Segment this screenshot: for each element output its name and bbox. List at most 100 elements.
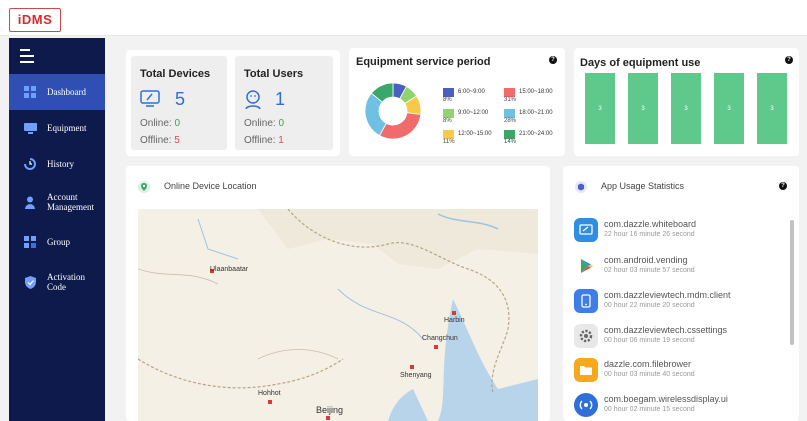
sidebar-item-account-management[interactable]: Account Management bbox=[9, 182, 105, 222]
sidebar-item-equipment[interactable]: Equipment bbox=[9, 110, 105, 146]
sidebar-item-label: Equipment bbox=[47, 123, 87, 133]
app-usage-row[interactable]: com.boegam.wirelessdisplay.ui 00 hour 02… bbox=[574, 391, 798, 419]
legend-pct: 11% bbox=[443, 139, 455, 145]
total-users-box[interactable]: Total Users 1 Online: 0 Offline: 1 bbox=[235, 56, 333, 150]
sidebar-item-history[interactable]: History bbox=[9, 146, 105, 182]
service-period-card: Equipment service period ? 8% 6:00~9:00 … bbox=[349, 48, 565, 156]
legend-swatch: 28% bbox=[504, 109, 516, 124]
sidebar-item-label: Account Management bbox=[47, 192, 94, 212]
app-name: dazzle.com.filebrower bbox=[604, 359, 692, 369]
legend-swatch: 31% bbox=[504, 88, 516, 103]
online-label: Online: bbox=[140, 118, 172, 129]
app-usage-title: App Usage Statistics bbox=[601, 181, 685, 191]
day-bar[interactable]: 3 bbox=[714, 73, 744, 144]
settings-gear-icon bbox=[574, 324, 598, 348]
day-bar-value: 3 bbox=[684, 105, 688, 112]
app-time: 00 hour 03 minute 40 second bbox=[604, 371, 695, 378]
app-usage-row[interactable]: dazzle.com.filebrower 00 hour 03 minute … bbox=[574, 356, 798, 384]
online-label: Online: bbox=[244, 118, 276, 129]
day-bar[interactable]: 3 bbox=[585, 73, 615, 144]
total-devices-box[interactable]: Total Devices 5 Online: 0 Offline: 5 bbox=[131, 56, 227, 150]
mdm-client-icon bbox=[574, 289, 598, 313]
help-icon[interactable]: ? bbox=[549, 56, 557, 64]
city-marker[interactable] bbox=[452, 311, 456, 315]
whiteboard-icon bbox=[574, 218, 598, 242]
legend-text: 9:00~12:00 bbox=[458, 110, 489, 116]
total-users-count: 1 bbox=[275, 89, 286, 109]
app-usage-row[interactable]: com.dazzleviewtech.cssettings 00 hour 06… bbox=[574, 322, 798, 350]
help-icon[interactable]: ? bbox=[785, 56, 793, 64]
app-name: com.dazzleviewtech.cssettings bbox=[604, 325, 728, 335]
city-label: Harbin bbox=[444, 317, 465, 324]
sidebar: Dashboard Equipment History Account Mana… bbox=[9, 38, 105, 421]
device-location-title: Online Device Location bbox=[164, 181, 257, 191]
day-bar[interactable]: 3 bbox=[628, 73, 658, 144]
legend-item: 28% 18:00~21:00 bbox=[504, 109, 553, 124]
device-map[interactable]: Ulaanbaatar Harbin Changchun Shenyang Ho… bbox=[138, 209, 538, 421]
shield-icon bbox=[23, 275, 37, 289]
app-usage-scrollbar[interactable] bbox=[789, 210, 795, 421]
offline-label: Offline: bbox=[244, 135, 276, 146]
app-time: 00 hour 02 minute 15 second bbox=[604, 406, 695, 413]
legend-pct: 8% bbox=[443, 97, 452, 103]
legend-swatch: 8% bbox=[443, 109, 454, 124]
donut-slice[interactable] bbox=[378, 112, 422, 140]
total-users-title: Total Users bbox=[244, 68, 304, 80]
app-name: com.dazzle.whiteboard bbox=[604, 219, 697, 229]
legend-text: 6:00~9:00 bbox=[458, 89, 485, 95]
service-period-title: Equipment service period bbox=[356, 56, 491, 68]
app-usage-icon bbox=[575, 180, 587, 194]
legend-item: 31% 15:00~18:00 bbox=[504, 88, 553, 103]
app-usage-row[interactable]: com.android.vending 02 hour 03 minute 57… bbox=[574, 252, 798, 280]
city-label: Hohhot bbox=[258, 390, 281, 397]
play-store-icon bbox=[574, 254, 598, 278]
city-marker[interactable] bbox=[410, 365, 414, 369]
sidebar-item-group[interactable]: Group bbox=[9, 224, 105, 260]
day-bar[interactable]: 3 bbox=[757, 73, 787, 144]
day-bar-value: 3 bbox=[727, 105, 731, 112]
app-usage-row[interactable]: com.dazzleviewtech.mdm.client 00 hour 22… bbox=[574, 287, 798, 315]
sidebar-item-label: Activation Code bbox=[47, 272, 85, 292]
service-period-donut[interactable] bbox=[363, 81, 423, 141]
city-label: Shenyang bbox=[400, 372, 432, 379]
city-label: Ulaanbaatar bbox=[210, 266, 249, 273]
scrollbar-thumb[interactable] bbox=[790, 220, 794, 345]
app-usage-row[interactable]: com.dazzle.whiteboard 22 hour 16 minute … bbox=[574, 216, 798, 244]
city-marker[interactable] bbox=[326, 416, 330, 420]
total-devices-count: 5 bbox=[175, 89, 186, 109]
sidebar-item-label: Group bbox=[47, 237, 70, 247]
legend-pct: 14% bbox=[504, 139, 517, 145]
city-label: Changchun bbox=[422, 335, 458, 342]
legend-item: 8% 9:00~12:00 bbox=[443, 109, 489, 124]
users-online-value: 0 bbox=[278, 118, 285, 129]
legend-swatch: 14% bbox=[504, 130, 516, 145]
devices-online-line: Online: 0 bbox=[140, 118, 180, 129]
app-name: com.android.vending bbox=[604, 255, 688, 265]
sidebar-item-activation-code[interactable]: Activation Code bbox=[9, 262, 105, 302]
folder-icon bbox=[574, 358, 598, 382]
sidebar-item-label: Dashboard bbox=[47, 87, 86, 97]
location-pin-icon bbox=[138, 180, 150, 194]
sidebar-item-dashboard[interactable]: Dashboard bbox=[9, 74, 105, 110]
users-offline-line: Offline: 1 bbox=[244, 135, 284, 146]
devices-online-value: 0 bbox=[174, 118, 181, 129]
monitor-icon bbox=[23, 121, 37, 135]
idms-logo[interactable]: iDMS bbox=[9, 8, 61, 32]
user-icon bbox=[23, 195, 37, 209]
legend-pct: 8% bbox=[443, 118, 452, 124]
city-marker[interactable] bbox=[268, 400, 272, 404]
sidebar-item-label: History bbox=[47, 159, 74, 169]
total-devices-title: Total Devices bbox=[140, 68, 211, 80]
legend-pct: 31% bbox=[504, 97, 517, 103]
app-time: 00 hour 06 minute 19 second bbox=[604, 337, 695, 344]
app-time: 02 hour 03 minute 57 second bbox=[604, 267, 695, 274]
menu-toggle-icon[interactable] bbox=[20, 49, 36, 63]
app-time: 00 hour 22 minute 20 second bbox=[604, 302, 695, 309]
help-icon[interactable]: ? bbox=[779, 182, 787, 190]
days-of-use-title: Days of equipment use bbox=[580, 57, 701, 69]
legend-item: 14% 21:00~24:00 bbox=[504, 130, 553, 145]
day-bar[interactable]: 3 bbox=[671, 73, 701, 144]
city-marker[interactable] bbox=[434, 345, 438, 349]
map-background bbox=[138, 209, 538, 421]
legend-text: 21:00~24:00 bbox=[519, 131, 553, 137]
